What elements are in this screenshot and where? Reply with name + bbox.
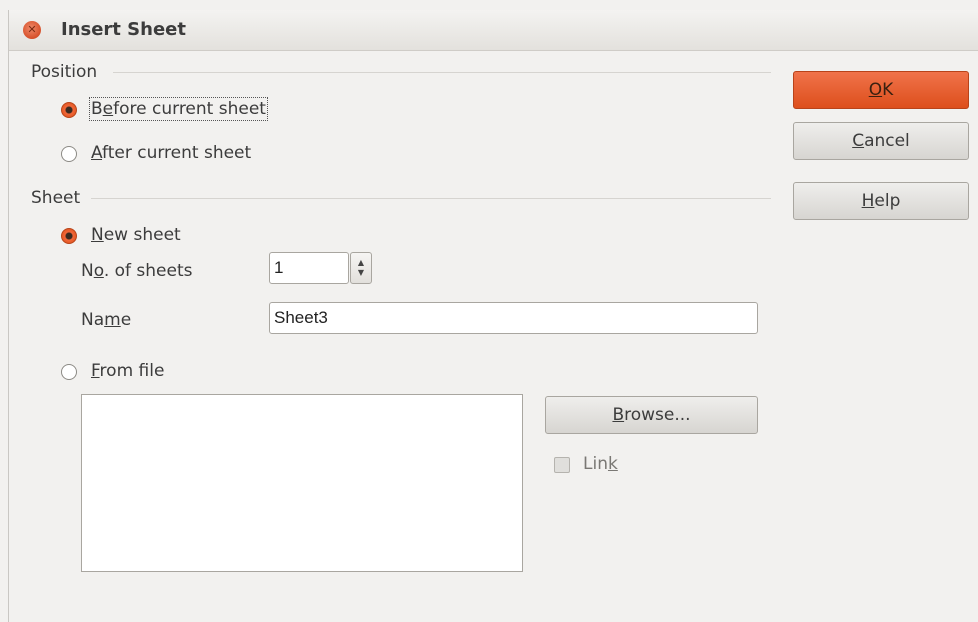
browse-button[interactable]: Browse... [545, 396, 758, 434]
from-file-label[interactable]: From file [91, 361, 164, 381]
title-bar: ✕ Insert Sheet [9, 10, 978, 51]
new-sheet-radio[interactable] [61, 228, 77, 244]
num-sheets-label: No. of sheets [81, 261, 193, 281]
before-current-sheet-label[interactable]: Before current sheet [89, 97, 268, 121]
position-section-label: Position [31, 62, 98, 82]
after-current-sheet-radio[interactable] [61, 146, 77, 162]
dialog-title: Insert Sheet [61, 19, 186, 40]
num-sheets-spinner[interactable]: ▲ ▼ [350, 252, 372, 284]
close-icon[interactable]: ✕ [23, 21, 41, 39]
ok-button[interactable]: OK [793, 71, 969, 109]
after-current-sheet-label[interactable]: After current sheet [91, 143, 251, 163]
num-sheets-input[interactable] [269, 252, 349, 284]
spin-down-icon[interactable]: ▼ [351, 268, 371, 278]
name-label: Name [81, 310, 132, 330]
from-file-radio[interactable] [61, 364, 77, 380]
position-divider [113, 72, 771, 73]
link-checkbox[interactable] [554, 457, 570, 473]
new-sheet-label[interactable]: New sheet [91, 225, 181, 245]
sheet-name-input[interactable] [269, 302, 758, 334]
help-button[interactable]: Help [793, 182, 969, 220]
file-sheets-listbox[interactable] [81, 394, 523, 572]
link-label[interactable]: Link [583, 454, 618, 474]
before-current-sheet-text: Before current sheet [89, 97, 268, 121]
insert-sheet-dialog: ✕ Insert Sheet Position Before current s… [8, 10, 978, 622]
cancel-button[interactable]: Cancel [793, 122, 969, 160]
sheet-section-label: Sheet [31, 188, 81, 208]
sheet-divider [91, 198, 771, 199]
spin-up-icon[interactable]: ▲ [351, 258, 371, 268]
before-current-sheet-radio[interactable] [61, 102, 77, 118]
